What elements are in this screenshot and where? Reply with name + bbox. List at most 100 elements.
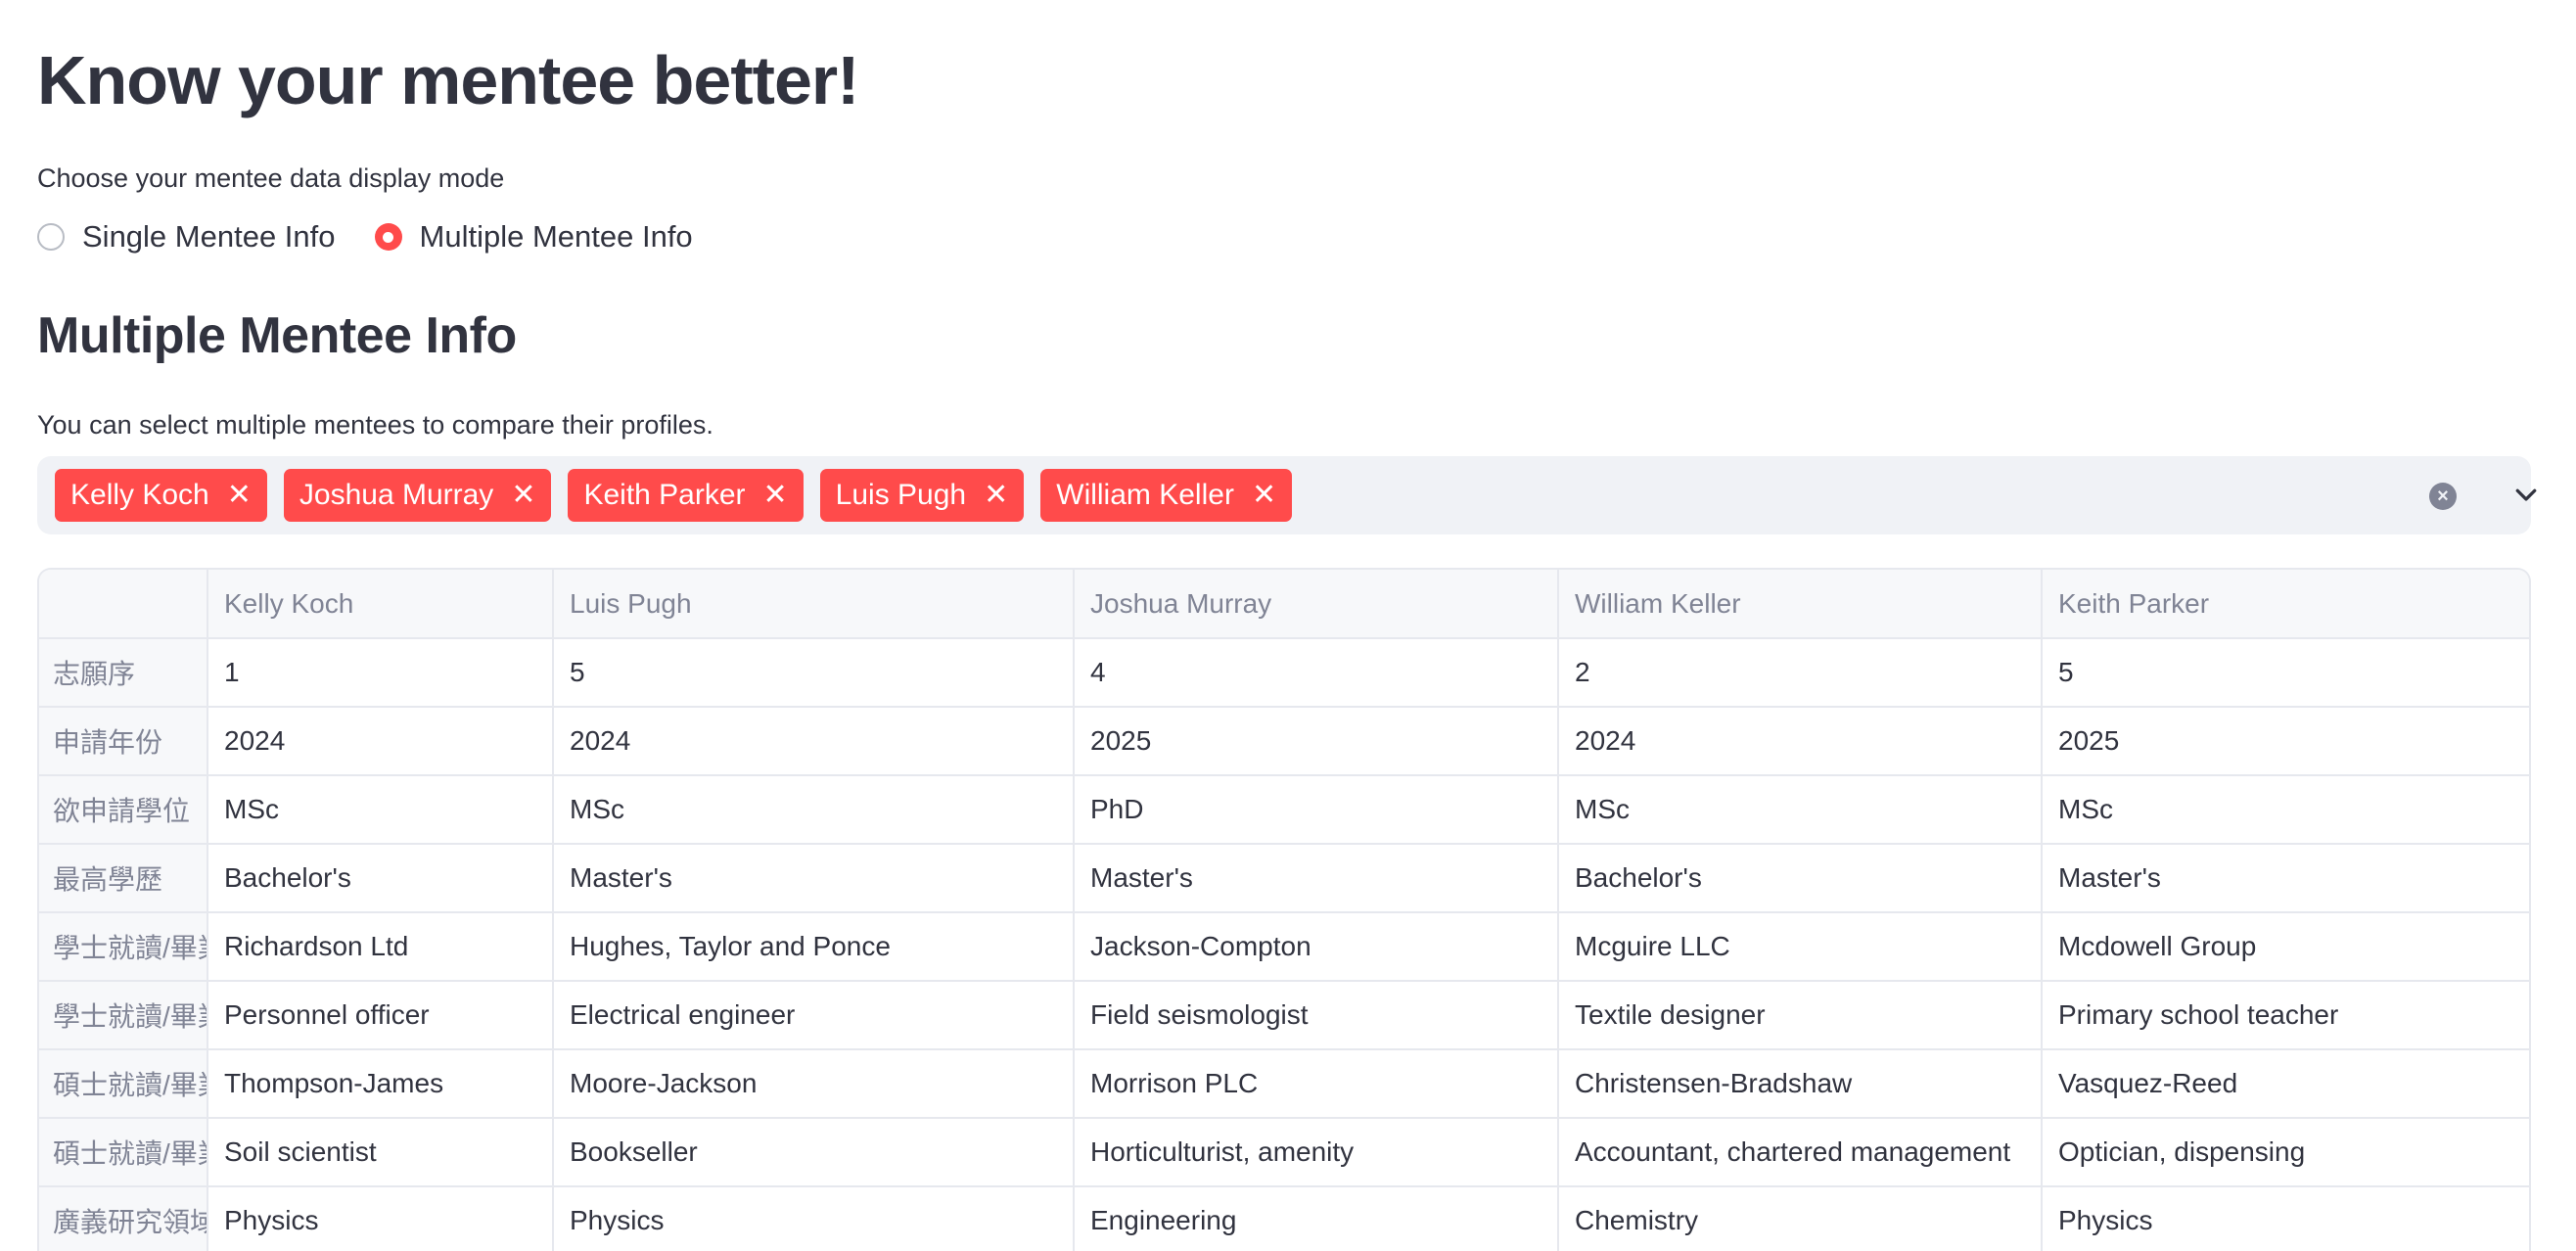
radio-label-single-mentee: Single Mentee Info xyxy=(82,219,336,254)
table-row: 志願序 1 5 4 2 5 xyxy=(39,638,2529,708)
table-cell[interactable]: Master's xyxy=(553,844,1075,913)
table-cell[interactable]: Physics xyxy=(2042,1186,2529,1251)
radio-unchecked-icon[interactable] xyxy=(37,223,65,251)
tag-william-keller: William Keller ✕ xyxy=(1040,469,1293,522)
table-cell[interactable]: 4 xyxy=(1074,638,1559,708)
table-cell[interactable]: Field seismologist xyxy=(1074,981,1559,1050)
tag-remove-icon[interactable]: ✕ xyxy=(763,481,788,510)
row-header: 廣義研究領域 xyxy=(39,1186,208,1251)
table-cell[interactable]: Moore-Jackson xyxy=(553,1049,1075,1119)
table-cell[interactable]: MSc xyxy=(553,775,1075,845)
chevron-down-icon[interactable] xyxy=(2511,480,2541,509)
tag-label: William Keller xyxy=(1056,479,1234,511)
table-cell[interactable]: Horticulturist, amenity xyxy=(1074,1118,1559,1187)
table-cell[interactable]: Thompson-James xyxy=(207,1049,554,1119)
mentee-select-label: You can select multiple mentees to compa… xyxy=(37,410,713,440)
radio-option-multiple-mentee[interactable]: Multiple Mentee Info xyxy=(374,217,693,256)
table-row: 碩士就讀/畢業 Soil scientist Bookseller Hortic… xyxy=(39,1118,2529,1187)
table-row: 碩士就讀/畢業 Thompson-James Moore-Jackson Mor… xyxy=(39,1049,2529,1119)
table-header-row: Kelly Koch Luis Pugh Joshua Murray Willi… xyxy=(39,570,2529,639)
row-header: 志願序 xyxy=(39,638,208,708)
table-cell[interactable]: Vasquez-Reed xyxy=(2042,1049,2529,1119)
table-row: 廣義研究領域 Physics Physics Engineering Chemi… xyxy=(39,1186,2529,1251)
tag-remove-icon[interactable]: ✕ xyxy=(511,481,535,510)
radio-checked-icon[interactable] xyxy=(374,223,402,251)
table-cell[interactable]: 5 xyxy=(2042,638,2529,708)
tag-remove-icon[interactable]: ✕ xyxy=(227,481,252,510)
tag-remove-icon[interactable]: ✕ xyxy=(984,481,1008,510)
table-cell[interactable]: Hughes, Taylor and Ponce xyxy=(553,912,1075,982)
table-cell[interactable]: Chemistry xyxy=(1558,1186,2043,1251)
table-cell[interactable]: 2 xyxy=(1558,638,2043,708)
column-header[interactable]: William Keller xyxy=(1558,570,2043,639)
row-header: 欲申請學位 xyxy=(39,775,208,845)
column-header[interactable]: Kelly Koch xyxy=(207,570,554,639)
clear-circle-icon[interactable]: × xyxy=(2429,483,2457,510)
tag-keith-parker: Keith Parker ✕ xyxy=(568,469,804,522)
mentee-multiselect[interactable]: Kelly Koch ✕ Joshua Murray ✕ Keith Parke… xyxy=(37,456,2537,534)
table-cell[interactable]: Master's xyxy=(1074,844,1559,913)
table-cell[interactable]: Personnel officer xyxy=(207,981,554,1050)
column-header[interactable]: Keith Parker xyxy=(2042,570,2529,639)
section-title: Multiple Mentee Info xyxy=(37,307,517,364)
table-row: 欲申請學位 MSc MSc PhD MSc MSc xyxy=(39,775,2529,845)
table-cell[interactable]: Textile designer xyxy=(1558,981,2043,1050)
table-cell[interactable]: Bachelor's xyxy=(207,844,554,913)
table-cell[interactable]: Primary school teacher xyxy=(2042,981,2529,1050)
table-cell[interactable]: MSc xyxy=(2042,775,2529,845)
app-page: Know your mentee better! Choose your men… xyxy=(0,0,2576,1251)
table-cell[interactable]: Morrison PLC xyxy=(1074,1049,1559,1119)
table-cell[interactable]: 2025 xyxy=(1074,707,1559,776)
table-cell[interactable]: Physics xyxy=(207,1186,554,1251)
table-cell[interactable]: Master's xyxy=(2042,844,2529,913)
table-cell[interactable]: 2024 xyxy=(553,707,1075,776)
tag-joshua-murray: Joshua Murray ✕ xyxy=(283,469,552,522)
table-cell[interactable]: Richardson Ltd xyxy=(207,912,554,982)
radio-option-single-mentee[interactable]: Single Mentee Info xyxy=(37,217,336,256)
table-cell[interactable]: PhD xyxy=(1074,775,1559,845)
table-cell[interactable]: Mcdowell Group xyxy=(2042,912,2529,982)
row-header: 最高學歷 xyxy=(39,844,208,913)
tag-kelly-koch: Kelly Koch ✕ xyxy=(55,469,267,522)
table-row: 學士就讀/畢業 Personnel officer Electrical eng… xyxy=(39,981,2529,1050)
display-mode-radio-group: Single Mentee Info Multiple Mentee Info xyxy=(37,215,693,258)
table-cell[interactable]: Christensen-Bradshaw xyxy=(1558,1049,2043,1119)
table-cell[interactable]: Soil scientist xyxy=(207,1118,554,1187)
row-header: 學士就讀/畢業 xyxy=(39,912,208,982)
table-cell[interactable]: Jackson-Compton xyxy=(1074,912,1559,982)
row-header: 碩士就讀/畢業 xyxy=(39,1049,208,1119)
tag-remove-icon[interactable]: ✕ xyxy=(1252,481,1276,510)
tag-label: Luis Pugh xyxy=(835,479,967,511)
table-cell[interactable]: 1 xyxy=(207,638,554,708)
table-cell[interactable]: 2025 xyxy=(2042,707,2529,776)
mentee-comparison-table[interactable]: Kelly Koch Luis Pugh Joshua Murray Willi… xyxy=(37,568,2531,1251)
row-header: 申請年份 xyxy=(39,707,208,776)
page-title: Know your mentee better! xyxy=(37,42,859,118)
table-cell[interactable]: Accountant, chartered management xyxy=(1558,1118,2043,1187)
column-header[interactable]: Joshua Murray xyxy=(1074,570,1559,639)
table-cell[interactable]: 2024 xyxy=(207,707,554,776)
column-header[interactable]: Luis Pugh xyxy=(553,570,1075,639)
tag-label: Kelly Koch xyxy=(70,479,209,511)
table-cell[interactable]: Bookseller xyxy=(553,1118,1075,1187)
table-corner-cell xyxy=(39,570,208,639)
table-cell[interactable]: 5 xyxy=(553,638,1075,708)
row-header: 學士就讀/畢業 xyxy=(39,981,208,1050)
table-cell[interactable]: MSc xyxy=(1558,775,2043,845)
table-cell[interactable]: Optician, dispensing xyxy=(2042,1118,2529,1187)
tag-label: Joshua Murray xyxy=(299,479,494,511)
table-cell[interactable]: 2024 xyxy=(1558,707,2043,776)
table-cell[interactable]: Bachelor's xyxy=(1558,844,2043,913)
selected-tags: Kelly Koch ✕ Joshua Murray ✕ Keith Parke… xyxy=(55,469,1293,522)
table-cell[interactable]: Physics xyxy=(553,1186,1075,1251)
display-mode-label: Choose your mentee data display mode xyxy=(37,163,505,193)
table-cell[interactable]: Electrical engineer xyxy=(553,981,1075,1050)
table-row: 申請年份 2024 2024 2025 2024 2025 xyxy=(39,707,2529,776)
table-cell[interactable]: Engineering xyxy=(1074,1186,1559,1251)
table-cell[interactable]: MSc xyxy=(207,775,554,845)
radio-label-multiple-mentee: Multiple Mentee Info xyxy=(419,219,693,254)
table-cell[interactable]: Mcguire LLC xyxy=(1558,912,2043,982)
row-header: 碩士就讀/畢業 xyxy=(39,1118,208,1187)
tag-label: Keith Parker xyxy=(583,479,746,511)
table-row: 最高學歷 Bachelor's Master's Master's Bachel… xyxy=(39,844,2529,913)
